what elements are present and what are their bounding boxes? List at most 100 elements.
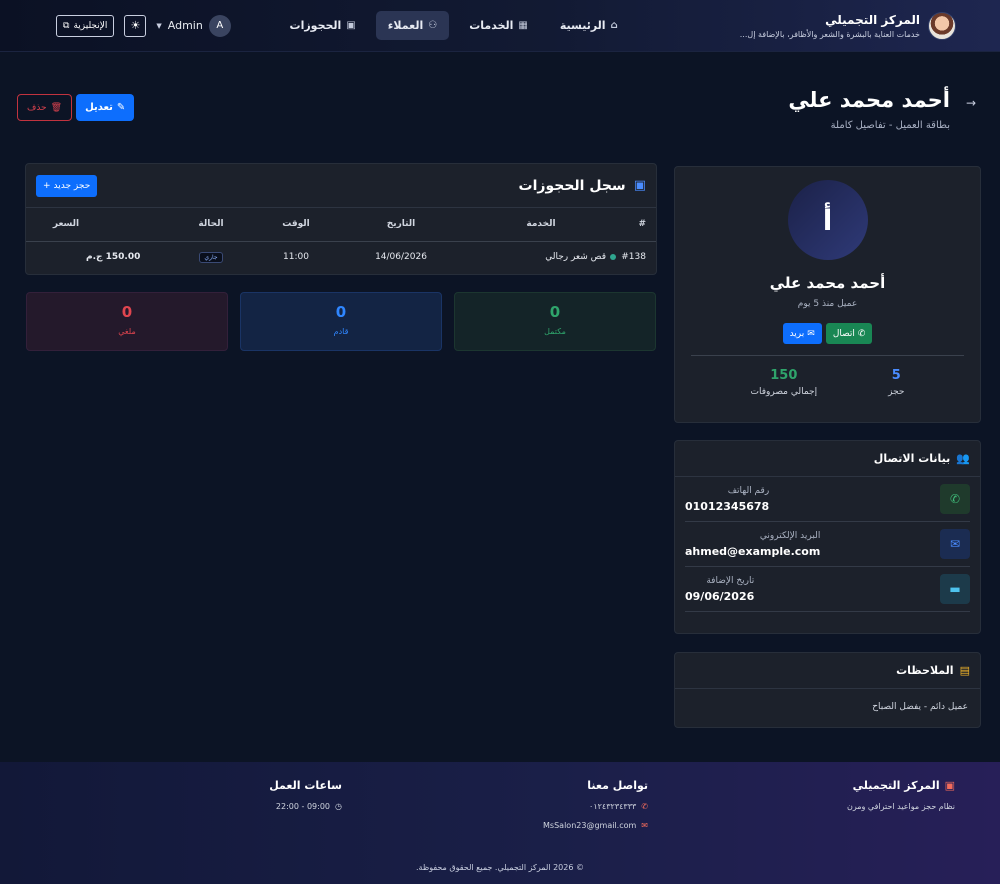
footer-hours-line: ◷ 09:00 - 22:00: [269, 802, 342, 811]
footer-hours-value: 09:00 - 22:00: [275, 802, 331, 811]
user-menu[interactable]: A Admin ▼: [156, 14, 231, 37]
column-header: الوقت: [256, 208, 336, 242]
stat-label: حجز: [888, 387, 905, 397]
new-booking-button[interactable]: حجز جديد +: [36, 174, 98, 197]
client-name: أحمد محمد علي: [769, 274, 886, 292]
client-since: عميل منذ 5 يوم: [797, 299, 858, 309]
nav-link-services[interactable]: ▦ الخدمات: [457, 11, 540, 40]
contact-label: رقم الهاتف: [727, 485, 770, 496]
brand-logo: [928, 11, 956, 40]
contact-card-header: 👥 بيانات الاتصال: [675, 441, 980, 477]
brand-tagline: خدمات العناية بالبشرة والشعر والأظافر، ب…: [739, 29, 920, 39]
contact-text: البريد الإلكتروني ahmed@example.com: [685, 531, 820, 558]
bookings-table: # الخدمة التاريخ الوقت الحالة السعر #138…: [26, 208, 656, 273]
contact-label: تاريخ الإضافة: [706, 575, 755, 586]
mail-button[interactable]: ✉ بريد: [782, 323, 822, 344]
bookings-card: ▣ سجل الحجوزات حجز جديد + # الخدمة التار…: [25, 163, 657, 275]
sun-icon: ☀: [130, 19, 141, 32]
stat-label: إجمالي مصروفات: [750, 387, 818, 397]
stat-value: 5: [891, 368, 901, 383]
theme-toggle-button[interactable]: ☀: [124, 14, 147, 37]
stat-bookings: 5 حجز: [888, 368, 904, 397]
edit-button[interactable]: تعديل ✎: [76, 94, 135, 121]
envelope-icon: ✉: [807, 328, 815, 339]
user-card-icon: 👥: [956, 452, 970, 465]
edit-label: تعديل: [85, 102, 113, 113]
client-avatar: أ: [787, 180, 868, 260]
envelope-icon: ✉: [641, 821, 648, 830]
delete-button[interactable]: حذف 🗑: [17, 94, 73, 121]
delete-label: حذف: [27, 102, 47, 113]
plus-icon: +: [43, 180, 51, 191]
contact-value[interactable]: ahmed@example.com: [685, 545, 820, 558]
page-header: → أحمد محمد علي بطاقة العميل - تفاصيل كا…: [788, 88, 976, 131]
language-button[interactable]: الإنجليزية ⧉: [56, 14, 115, 37]
table-header-row: # الخدمة التاريخ الوقت الحالة السعر: [26, 208, 656, 242]
contact-value: 09/06/2026: [685, 589, 755, 603]
completed-summary: 0 مكتمل: [454, 292, 656, 351]
contact-value[interactable]: 01012345678: [685, 500, 769, 513]
footer-phone[interactable]: ✆ ٠١٢٤٣٢٣٤٣٣٣: [543, 802, 648, 811]
service-dot-icon: [610, 253, 616, 260]
page-subtitle: بطاقة العميل - تفاصيل كاملة: [830, 120, 950, 131]
divider: [691, 355, 964, 356]
footer-phone-value: ٠١٢٤٣٢٣٤٣٣٣: [589, 802, 637, 811]
booking-id: #138: [621, 252, 646, 263]
booking-date: 14/06/2026: [375, 252, 427, 263]
page-title: أحمد محمد علي: [788, 88, 950, 112]
contact-text: رقم الهاتف 01012345678: [685, 486, 769, 513]
table-row[interactable]: #138 قص شعر رجالي 14/06/2026 11:00 جاري …: [26, 241, 656, 273]
footer-tagline: نظام حجز مواعيد احترافي ومرن: [846, 802, 955, 811]
mail-label: بريد: [789, 328, 805, 339]
nav-link-label: الرئيسية: [559, 19, 606, 32]
nav-right: A Admin ▼ ☀ الإنجليزية ⧉: [56, 14, 231, 37]
call-label: اتصال: [832, 328, 855, 339]
footer-hours-title: ساعات العمل: [269, 779, 342, 792]
footer-email-value: MsSalon23@gmail.com: [543, 821, 637, 830]
chevron-down-icon: ▼: [156, 21, 162, 30]
nav-link-home[interactable]: ⌂ الرئيسية: [548, 11, 630, 40]
stat-spent: 150 إجمالي مصروفات: [751, 368, 818, 397]
column-header: #: [616, 208, 656, 242]
contact-row-phone: ✆ رقم الهاتف 01012345678: [685, 477, 970, 522]
nav-link-bookings[interactable]: ▣ الحجوزات: [278, 11, 368, 40]
notes-card-header: ▤ الملاحظات: [675, 653, 980, 689]
footer-brand-title: ▣ المركز التجميلي: [847, 779, 955, 792]
brand[interactable]: المركز التجميلي خدمات العناية بالبشرة وا…: [739, 11, 956, 40]
column-header: الخدمة: [466, 208, 616, 242]
trash-icon: 🗑: [50, 102, 63, 113]
home-icon: ⌂: [610, 20, 618, 31]
new-booking-label: حجز جديد: [53, 180, 91, 191]
nav-link-label: العملاء: [387, 19, 424, 32]
user-name: Admin: [167, 19, 203, 32]
notes-card: ▤ الملاحظات عميل دائم - يفضل الصباح: [674, 652, 981, 728]
arrow-right-icon[interactable]: →: [966, 96, 976, 110]
pencil-icon: ✎: [116, 102, 126, 113]
column-header: الحالة: [166, 208, 256, 242]
stat-value: 150: [770, 368, 798, 383]
profile-actions: ✆ اتصال ✉ بريد: [675, 323, 980, 344]
upcoming-summary: 0 قادم: [240, 292, 442, 351]
clock-icon: ◷: [335, 802, 342, 811]
profile-stats: 5 حجز 150 إجمالي مصروفات: [675, 368, 980, 397]
price-value: 150.00 ج.م: [86, 252, 141, 263]
calendar-icon: ▣: [633, 178, 646, 193]
brand-name: المركز التجميلي: [825, 12, 920, 27]
call-button[interactable]: ✆ اتصال: [825, 323, 873, 344]
footer-email[interactable]: ✉ MsSalon23@gmail.com: [543, 821, 648, 830]
cancelled-summary: 0 ملغي: [26, 292, 228, 351]
nav-link-clients[interactable]: ⚇ العملاء: [375, 11, 450, 40]
profile-card: أ أحمد محمد علي عميل منذ 5 يوم ✆ اتصال ✉…: [674, 166, 981, 423]
cancelled-label: ملغي: [118, 327, 136, 336]
nav-link-label: الخدمات: [469, 19, 514, 32]
sticky-note-icon: ▤: [959, 664, 970, 677]
nav-links: ⌂ الرئيسية ▦ الخدمات ⚇ العملاء ▣ الحجوزا…: [278, 11, 630, 40]
notes-card-title: الملاحظات: [896, 664, 954, 677]
navbar: المركز التجميلي خدمات العناية بالبشرة وا…: [0, 0, 1000, 52]
footer: ▣ المركز التجميلي نظام حجز مواعيد احتراف…: [0, 762, 1000, 884]
calendar-icon: ▬: [940, 574, 970, 604]
contact-row-date: ▬ تاريخ الإضافة 09/06/2026: [685, 567, 970, 612]
status-badge: جاري: [199, 251, 223, 263]
user-avatar: A: [208, 14, 231, 37]
grid-icon: ▦: [518, 20, 528, 31]
